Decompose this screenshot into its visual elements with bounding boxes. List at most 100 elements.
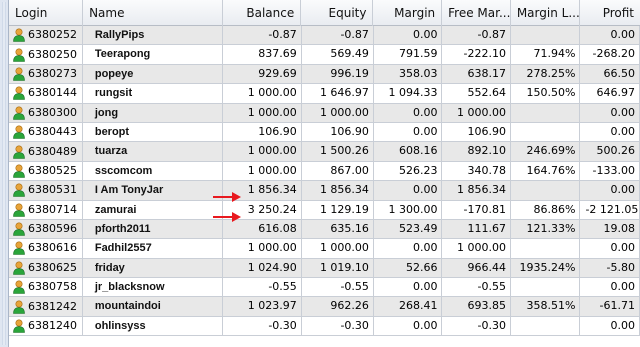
left-splitter[interactable] [0,0,9,347]
table-row[interactable]: 6380252 RallyPips -0.87 -0.87 0.00 -0.87 0.00 [9,26,640,46]
user-icon [12,183,26,198]
user-icon [12,164,26,178]
equity-cell: 1 500.26 [302,142,374,161]
balance-cell: 929.69 [223,64,302,84]
margin-cell: 523.49 [374,219,443,239]
login-value: 6380273 [28,66,77,80]
table-row[interactable]: 6380273 popeye 929.69 996.19 358.03 638.17 278… [9,64,640,85]
user-icon [12,48,26,62]
name-cell: Teerapong [83,45,224,64]
table-row[interactable]: 6380443 beropt 106.90 106.90 0.00 106.90 0.00 [9,122,640,143]
name-cell: zamurai [83,200,224,219]
column-header-equity[interactable]: Equity [301,0,374,26]
margin-cell: 1 300.00 [374,200,443,219]
equity-cell: -0.55 [302,278,374,297]
login-value: 6380443 [28,125,77,139]
login-value: 6380144 [28,86,77,100]
balance-cell: 1 000.00 [223,161,302,181]
name-cell: rungsit [83,84,224,103]
equity-cell: 996.19 [302,64,374,84]
profit-cell: 0.00 [580,239,640,258]
equity-cell: 1 646.97 [302,84,374,103]
profit-cell: 646.97 [580,84,640,103]
column-header-name[interactable]: Name [83,0,223,26]
free-margin-cell: 638.17 [442,64,512,84]
table-row[interactable]: 6380489 tuarza 1 000.00 1 500.26 608.16 892.1… [9,142,640,162]
balance-cell: 1 024.90 [223,258,302,278]
equity-cell: 569.49 [302,45,374,64]
login-value: 6381242 [28,299,77,313]
column-header-balance[interactable]: Balance [223,0,302,26]
table-header: Login Name Balance Equity Margin Free Ma… [9,0,640,26]
login-cell: 6380273 [9,64,83,84]
column-header-free-margin[interactable]: Free Mar... [442,0,511,26]
login-value: 6380489 [28,144,77,158]
user-icon [12,106,26,120]
equity-cell: 635.16 [302,219,374,239]
profit-cell: -2 121.05 [580,200,640,219]
margin-level-cell [511,181,581,200]
table-row[interactable]: 6381240 ohlinsyss -0.30 -0.30 0.00 -0.30 0.00 [9,316,640,337]
margin-level-cell: 1935.24% [511,258,581,278]
margin-cell: 0.00 [374,26,443,45]
table-row[interactable]: 6380714 zamurai 3 250.24 1 129.19 1 300.00 -1… [9,200,640,220]
login-cell: 6381240 [9,316,83,336]
margin-cell: 268.41 [374,297,443,316]
name-cell: I Am TonyJar [83,181,224,200]
column-header-margin[interactable]: Margin [373,0,443,26]
table-row[interactable]: 6380625 friday 1 024.90 1 019.10 52.66 966.44… [9,258,640,279]
user-icon [12,261,26,275]
margin-level-cell: 358.51% [511,297,581,316]
balance-cell: -0.30 [223,316,302,336]
margin-cell: 0.00 [374,316,443,336]
login-cell: 6380596 [9,219,83,239]
name-cell: jr_blacksnow [83,278,224,297]
equity-cell: 1 019.10 [302,258,374,278]
name-cell: ohlinsyss [83,316,224,336]
balance-cell: -0.55 [223,278,302,297]
free-margin-cell: -0.30 [442,316,512,336]
table-row[interactable]: 6380616 Fadhil2557 1 000.00 1 000.00 0.00 1 0… [9,239,640,259]
column-header-profit[interactable]: Profit [580,0,640,26]
balance-cell: -0.87 [223,26,302,45]
login-cell: 6380758 [9,278,83,297]
login-cell: 6380144 [9,84,83,103]
login-value: 6380625 [28,260,77,274]
balance-cell: 1 000.00 [223,84,302,103]
free-margin-cell: -222.10 [442,45,512,64]
table-row[interactable]: 6380525 sscomcom 1 000.00 867.00 526.23 340.7… [9,161,640,182]
profit-cell: 0.00 [580,103,640,122]
table-row[interactable]: 6380144 rungsit 1 000.00 1 646.97 1 094.33 55… [9,84,640,104]
margin-level-cell [511,316,581,336]
name-cell: Fadhil2557 [83,239,224,258]
user-icon [12,67,26,81]
user-icon [12,280,26,295]
login-value: 6380714 [28,202,77,216]
margin-level-cell: 150.50% [511,84,581,103]
column-header-login[interactable]: Login [9,0,84,26]
free-margin-cell: 1 856.34 [442,181,512,200]
table-row[interactable]: 6380300 jong 1 000.00 1 000.00 0.00 1 000.00 0… [9,103,640,123]
equity-cell: 962.26 [302,297,374,316]
table-row[interactable]: 6380531 I Am TonyJar 1 856.34 1 856.34 0.00 1… [9,181,640,201]
table-row[interactable]: 6380758 jr_blacksnow -0.55 -0.55 0.00 -0.55 0.… [9,278,640,298]
table-row[interactable]: 6381242 mountaindoi 1 023.97 962.26 268.41 69… [9,297,640,317]
margin-cell: 0.00 [374,239,443,258]
margin-level-cell: 278.25% [511,64,581,84]
profit-cell: -5.80 [580,258,640,278]
margin-cell: 1 094.33 [374,84,443,103]
login-cell: 6380531 [9,181,83,200]
equity-cell: 1 000.00 [302,103,374,122]
margin-level-cell [511,278,581,297]
column-header-margin-level[interactable]: Margin L... [511,0,581,26]
login-cell: 6380714 [9,200,83,219]
user-icon [12,125,26,139]
free-margin-cell: 1 000.00 [442,239,512,258]
free-margin-cell: 340.78 [442,161,512,181]
name-cell: mountaindoi [83,297,224,316]
table-row[interactable]: 6380596 pforth2011 616.08 635.16 523.49 111.6… [9,219,640,240]
margin-level-cell: 71.94% [511,45,581,64]
name-cell: tuarza [83,142,224,161]
equity-cell: 1 000.00 [302,239,374,258]
table-row[interactable]: 6380250 Teerapong 837.69 569.49 791.59 -222.1… [9,45,640,65]
